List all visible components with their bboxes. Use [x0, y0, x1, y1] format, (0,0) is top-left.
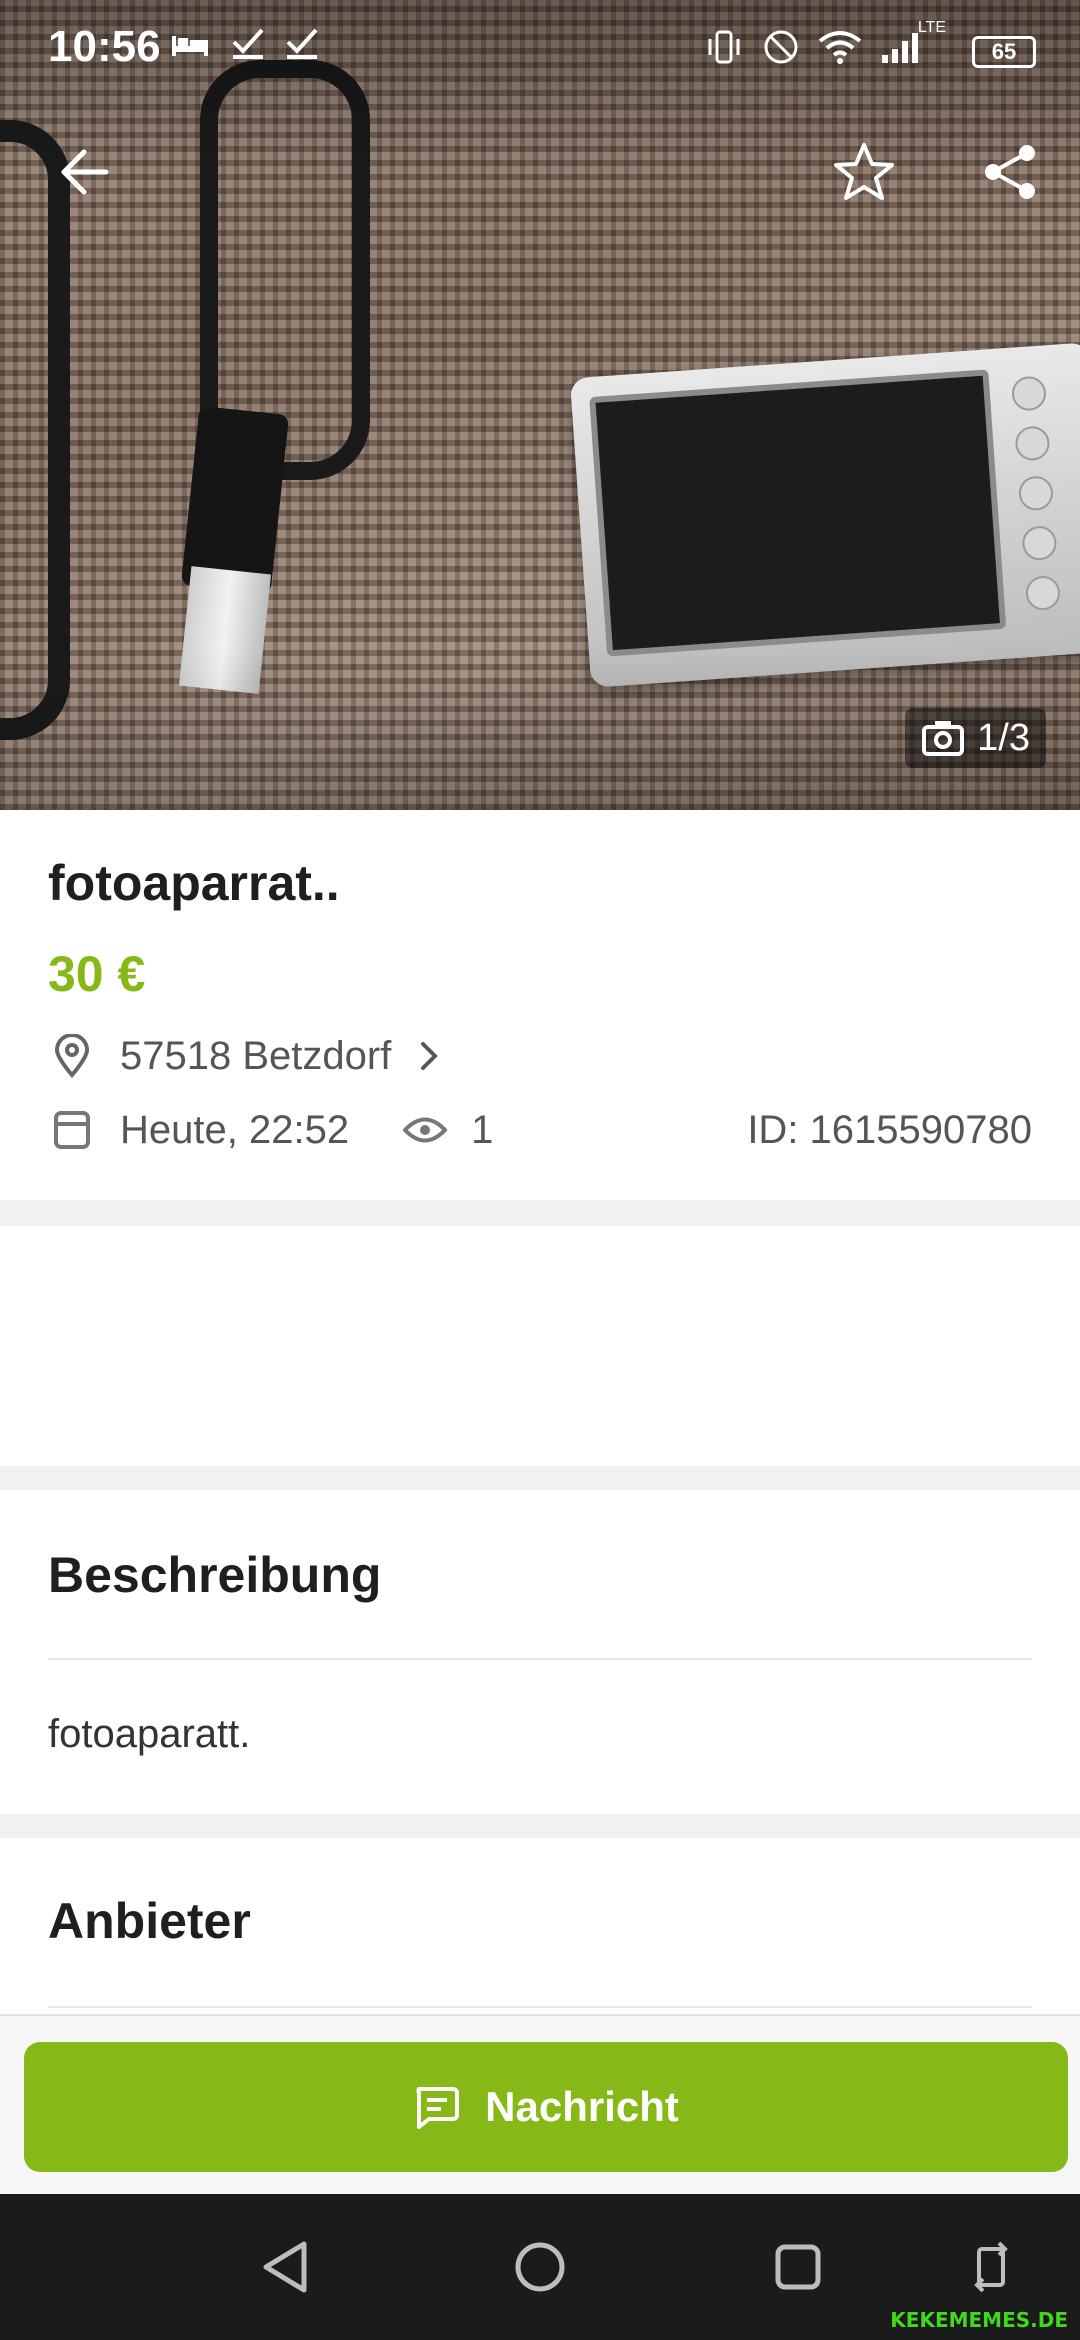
description-card: Beschreibung fotoaparatt. — [0, 1490, 1080, 1814]
status-time: 10:56 — [48, 22, 161, 71]
battery-icon: 65 — [972, 35, 1036, 68]
system-icons: LTE 65 — [704, 19, 1036, 75]
description-heading: Beschreibung — [48, 1547, 382, 1603]
eye-icon — [401, 1106, 449, 1154]
rotate-icon — [974, 2241, 1008, 2293]
photo-counter: 1/3 — [905, 708, 1046, 768]
back-button[interactable] — [48, 136, 120, 208]
star-icon — [834, 143, 894, 200]
status-bar: 10:56 LTE 65 — [0, 0, 1080, 100]
nav-home-button[interactable] — [505, 2232, 575, 2302]
nav-recents-button[interactable] — [763, 2232, 833, 2302]
wifi-icon — [818, 29, 862, 74]
location-link[interactable]: 57518 Betzdorf — [48, 1032, 439, 1080]
bed-icon — [170, 27, 231, 69]
view-count: 1 — [401, 1106, 493, 1154]
view-count-value: 1 — [471, 1107, 494, 1152]
signal-icon: LTE — [880, 19, 946, 74]
photo-shade — [0, 0, 1080, 810]
divider — [48, 1658, 1032, 1660]
listing-id: ID: 1615590780 — [747, 1107, 1032, 1152]
listing-title: fotoaparrat.. — [48, 855, 340, 911]
posted-date: Heute, 22:52 — [120, 1107, 350, 1152]
description-text: fotoaparatt. — [48, 1712, 251, 1756]
network-type: LTE — [917, 19, 946, 36]
watermark: KEKEMEMES.DE — [890, 2308, 1068, 2332]
calendar-icon — [48, 1106, 96, 1154]
location-pin-icon — [48, 1032, 96, 1080]
share-button[interactable] — [974, 136, 1046, 208]
favorite-button[interactable] — [828, 136, 900, 208]
seller-heading: Anbieter — [48, 1893, 251, 1949]
share-icon — [985, 145, 1035, 199]
divider — [48, 2006, 1032, 2008]
notification-icons — [170, 26, 319, 70]
listing-meta: Heute, 22:52 1 ID: 1615590780 — [48, 1106, 1032, 1154]
check-icon — [285, 27, 319, 69]
ad-placeholder — [0, 1226, 1080, 1466]
check-icon — [231, 27, 286, 69]
message-button[interactable]: Nachricht — [24, 2042, 1068, 2172]
system-nav-bar: KEKEMEMES.DE — [0, 2194, 1080, 2340]
action-bar: Nachricht — [0, 2014, 1080, 2194]
square-recents-icon — [775, 2244, 821, 2290]
triangle-back-icon — [263, 2241, 307, 2293]
listing-photo[interactable]: 10:56 LTE 65 1/3 — [0, 0, 1080, 810]
do-not-disturb-icon — [762, 28, 800, 75]
vibrate-icon — [704, 29, 744, 74]
location-text: 57518 Betzdorf — [120, 1033, 392, 1078]
arrow-left-icon — [61, 149, 109, 195]
photo-counter-text: 1/3 — [977, 716, 1030, 759]
chevron-right-icon — [419, 1040, 439, 1072]
listing-info-card: fotoaparrat.. 30 € 57518 Betzdorf Heute,… — [0, 810, 1080, 1200]
circle-home-icon — [515, 2242, 565, 2292]
listing-price: 30 € — [48, 946, 146, 1002]
camera-icon — [922, 721, 965, 756]
nav-back-button[interactable] — [250, 2232, 320, 2302]
message-button-label: Nachricht — [485, 2083, 679, 2130]
nav-rotate-button[interactable] — [956, 2232, 1026, 2302]
seller-card: Anbieter — [0, 1838, 1080, 2018]
chat-icon — [416, 2087, 460, 2129]
